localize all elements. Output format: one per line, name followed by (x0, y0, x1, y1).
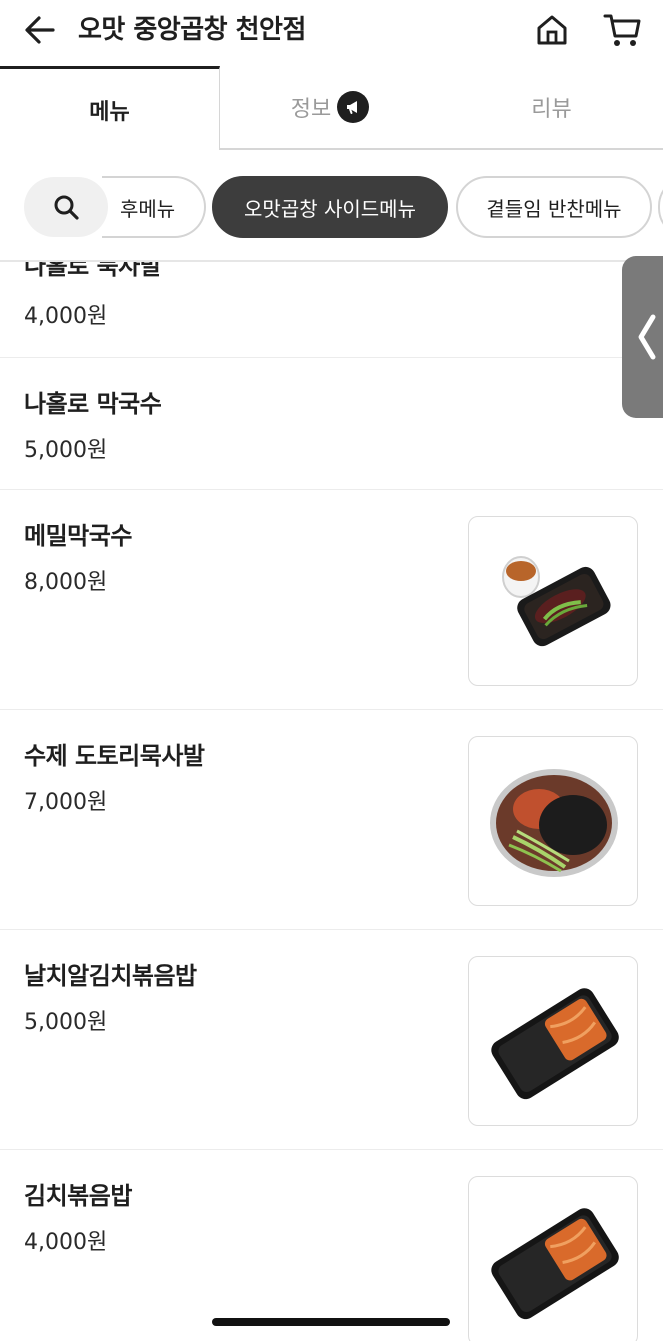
tab-menu-label: 메뉴 (89, 99, 130, 125)
cart-icon (603, 14, 641, 46)
list-item[interactable]: 메밀막국수 8,000원 (0, 490, 663, 710)
home-button[interactable] (530, 8, 574, 52)
tab-review-label: 리뷰 (531, 97, 572, 122)
menu-item-name: 수제 도토리묵사발 (24, 742, 205, 770)
category-chips: 후메뉴 오맛곱창 사이드메뉴 곁들임 반찬메뉴 (0, 152, 663, 262)
menu-item-name: 나홀로 막국수 (24, 390, 162, 418)
chevron-left-icon (638, 314, 656, 360)
menu-item-name: 날치알김치볶음밥 (24, 962, 197, 990)
category-chip-label: 곁들임 반찬메뉴 (486, 196, 622, 221)
home-icon (537, 15, 567, 45)
category-chip-label: 후메뉴 (120, 196, 176, 221)
search-button[interactable] (24, 177, 108, 237)
category-chip[interactable] (658, 176, 663, 238)
side-drawer-handle[interactable] (622, 256, 663, 418)
menu-item-image[interactable] (468, 736, 638, 906)
category-chip-selected[interactable]: 오맛곱창 사이드메뉴 (212, 176, 448, 238)
acorn-jelly-bowl-image (490, 769, 618, 877)
category-chip[interactable]: 후메뉴 (102, 176, 206, 238)
menu-item-price: 7,000원 (24, 790, 108, 815)
list-item[interactable]: 김치볶음밥 4,000원 (0, 1150, 663, 1341)
category-chip[interactable]: 곁들임 반찬메뉴 (456, 176, 652, 238)
menu-item-name: 나홀로 묵사발 (24, 262, 162, 280)
list-item[interactable]: 나홀로 묵사발 4,000원 (0, 262, 663, 358)
store-title: 오맛 중앙곱창 천안점 (78, 15, 306, 45)
header: 오맛 중앙곱창 천안점 (0, 0, 663, 66)
cart-button[interactable] (598, 8, 646, 52)
category-chip-label: 오맛곱창 사이드메뉴 (244, 196, 416, 221)
menu-item-image[interactable] (468, 956, 638, 1126)
menu-list: 나홀로 묵사발 4,000원 나홀로 막국수 5,000원 메밀막국수 8,00… (0, 262, 663, 1341)
tab-menu[interactable]: 메뉴 (0, 66, 220, 150)
tab-info-label: 정보 (290, 97, 332, 122)
menu-item-price: 8,000원 (24, 570, 108, 595)
menu-item-image[interactable] (468, 516, 638, 686)
menu-item-price: 4,000원 (24, 304, 108, 329)
home-indicator[interactable] (212, 1318, 450, 1326)
tab-info[interactable]: 정보 (220, 66, 440, 150)
megaphone-icon (337, 91, 370, 123)
list-item[interactable]: 나홀로 막국수 5,000원 (0, 358, 663, 490)
menu-item-price: 5,000원 (24, 438, 108, 463)
fried-rice-box-image (491, 988, 619, 1100)
menu-item-price: 5,000원 (24, 1010, 108, 1035)
back-arrow-icon (25, 16, 55, 44)
search-icon (54, 195, 79, 220)
tab-bar: 메뉴 정보 리뷰 (0, 66, 663, 152)
tab-review[interactable]: 리뷰 (440, 66, 663, 150)
menu-item-name: 김치볶음밥 (24, 1182, 132, 1210)
back-button[interactable] (20, 10, 60, 50)
buckwheat-noodle-image (502, 556, 611, 647)
kimchi-fried-rice-box-image (491, 1208, 619, 1320)
list-item[interactable]: 날치알김치볶음밥 5,000원 (0, 930, 663, 1150)
menu-item-price: 4,000원 (24, 1230, 108, 1255)
menu-item-image[interactable] (468, 1176, 638, 1341)
list-item[interactable]: 수제 도토리묵사발 7,000원 (0, 710, 663, 930)
menu-item-name: 메밀막국수 (24, 522, 132, 550)
